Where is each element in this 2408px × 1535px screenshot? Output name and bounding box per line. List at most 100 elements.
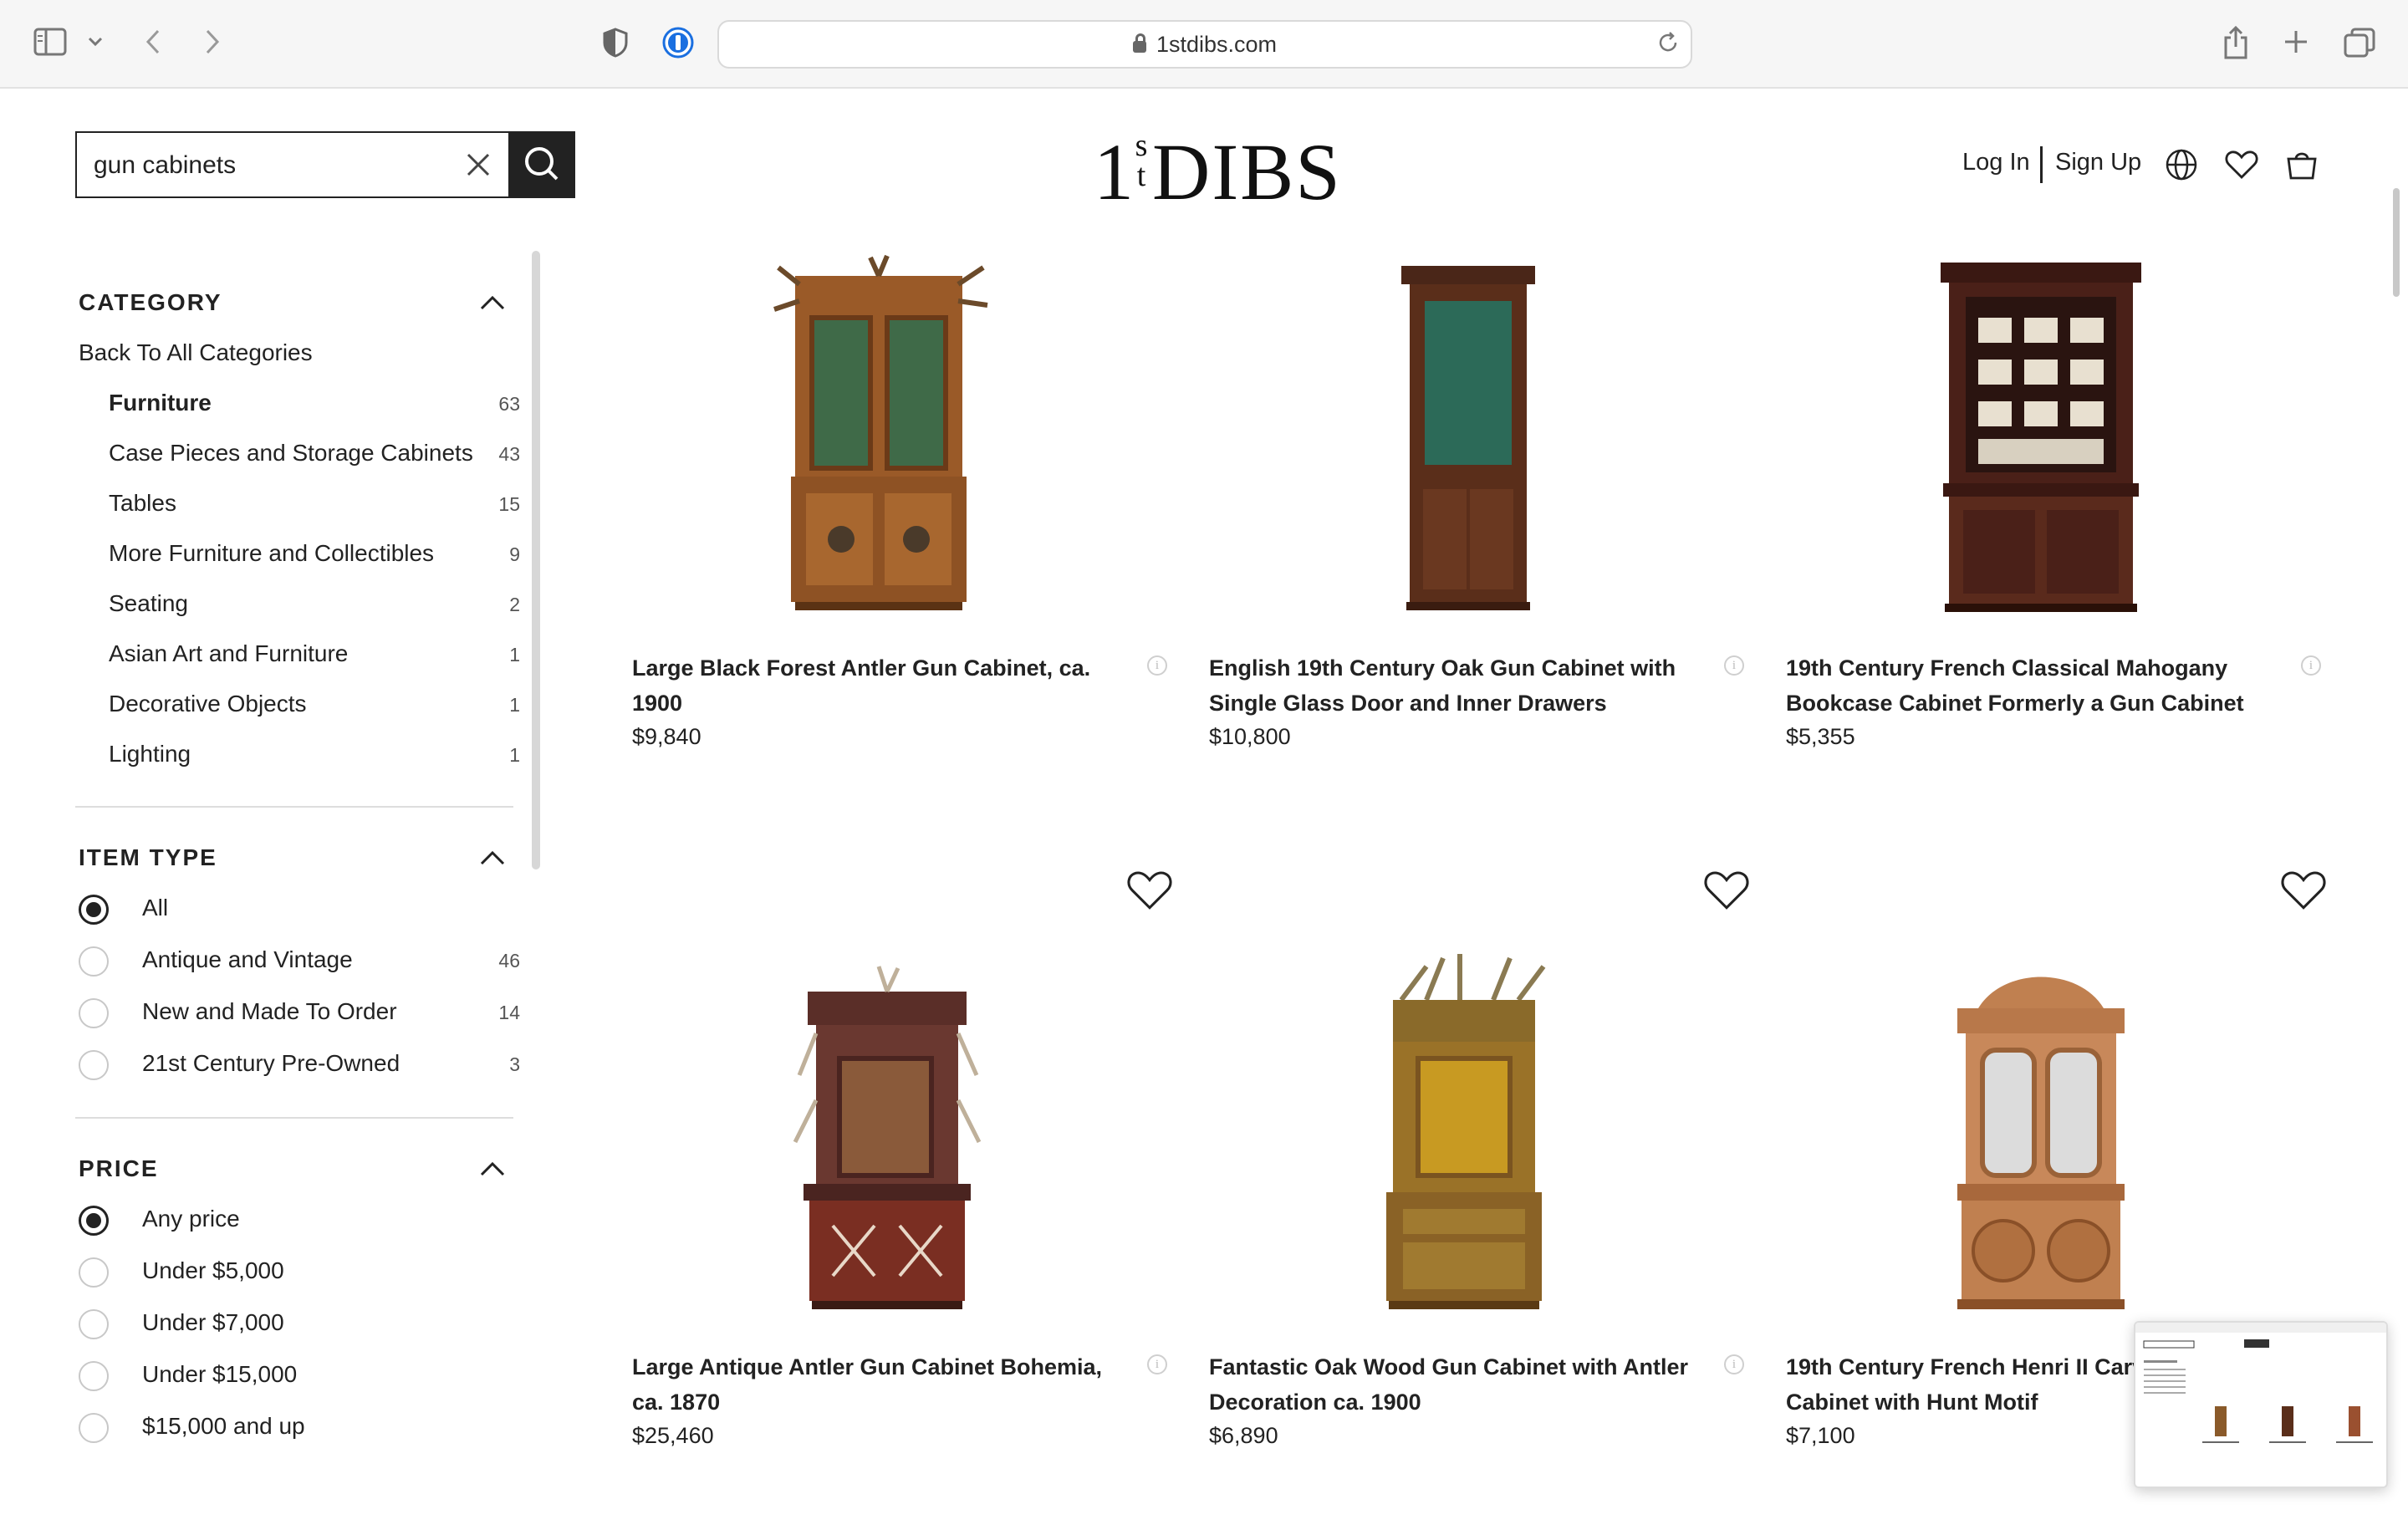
product-price: $7,100 [1786, 1423, 1855, 1448]
product-price: $6,890 [1209, 1423, 1278, 1448]
info-icon[interactable]: i [1147, 1354, 1167, 1374]
radio-button[interactable] [79, 1257, 109, 1288]
close-icon[interactable] [462, 148, 495, 181]
browser-toolbar: 1stdibs.com [0, 0, 2408, 89]
heart-icon[interactable] [1125, 866, 1174, 915]
product-image[interactable] [1786, 950, 2321, 1318]
logo-one: 1 [1094, 127, 1134, 217]
option-label: $15,000 and up [142, 1413, 305, 1439]
product-title[interactable]: Large Black Forest Antler Gun Cabinet, c… [632, 650, 1125, 721]
back-icon[interactable] [138, 25, 168, 59]
product-card[interactable]: English 19th Century Oak Gun Cabinet wit… [1209, 251, 1744, 836]
radio-button[interactable] [79, 1309, 109, 1339]
chevron-up-icon[interactable] [480, 294, 505, 311]
radio-button[interactable] [79, 946, 109, 977]
product-image[interactable] [1786, 251, 2321, 619]
logo-dibs: DIBS [1152, 127, 1342, 217]
radio-button[interactable] [79, 895, 109, 925]
option-label: Any price [142, 1206, 240, 1232]
category-count: 15 [498, 493, 520, 515]
option-count: 14 [498, 1002, 520, 1023]
new-tab-icon[interactable] [2279, 25, 2313, 59]
heart-icon[interactable] [2279, 866, 2328, 915]
back-to-all-categories-link[interactable]: Back To All Categories [79, 339, 313, 366]
shopping-bag-icon[interactable] [2284, 147, 2319, 182]
share-icon[interactable] [2219, 23, 2252, 62]
heart-icon[interactable] [1702, 866, 1751, 915]
option-count: 46 [498, 950, 520, 971]
product-price: $9,840 [632, 724, 701, 749]
radio-button[interactable] [79, 1413, 109, 1443]
option-label: 21st Century Pre-Owned [142, 1050, 400, 1076]
divider [75, 1117, 513, 1119]
sidebar-scrollbar[interactable] [532, 251, 540, 869]
category-label: Case Pieces and Storage Cabinets [109, 440, 473, 466]
search-icon [525, 147, 559, 181]
product-card[interactable]: Large Black Forest Antler Gun Cabinet, c… [632, 251, 1167, 836]
option-label: All [142, 895, 169, 920]
product-title[interactable]: English 19th Century Oak Gun Cabinet wit… [1209, 650, 1702, 721]
chevron-up-icon[interactable] [480, 849, 505, 866]
option-label: Under $15,000 [142, 1361, 298, 1387]
password-manager-icon[interactable] [661, 25, 696, 60]
product-card[interactable]: Large Antique Antler Gun Cabinet Bohemia… [632, 871, 1172, 1535]
reload-icon[interactable] [1657, 32, 1679, 59]
login-link[interactable]: Log In [1962, 149, 2030, 176]
category-label: Decorative Objects [109, 691, 307, 717]
chevron-down-icon[interactable] [84, 32, 107, 52]
product-title[interactable]: Fantastic Oak Wood Gun Cabinet with Antl… [1209, 1349, 1702, 1420]
tabs-overview-icon[interactable] [2341, 25, 2378, 60]
category-label: More Furniture and Collectibles [109, 540, 435, 566]
option-label: Under $5,000 [142, 1257, 284, 1283]
chevron-up-icon[interactable] [480, 1160, 505, 1177]
radio-button[interactable] [79, 998, 109, 1028]
category-count: 63 [498, 393, 520, 415]
search-input[interactable] [92, 133, 497, 198]
site-logo[interactable]: 1 st DIBS [1087, 125, 1340, 217]
price-heading: PRICE [79, 1155, 159, 1181]
product-image[interactable] [632, 251, 1167, 619]
product-title[interactable]: Large Antique Antler Gun Cabinet Bohemia… [632, 1349, 1125, 1420]
product-card[interactable]: Fantastic Oak Wood Gun Cabinet with Antl… [1209, 871, 1749, 1535]
product-image[interactable] [632, 950, 1167, 1318]
product-image[interactable] [1209, 251, 1744, 619]
option-label: Antique and Vintage [142, 946, 353, 972]
radio-button[interactable] [79, 1050, 109, 1080]
info-icon[interactable]: i [1724, 655, 1744, 676]
sidebar-toggle-icon[interactable] [32, 25, 69, 59]
category-label: Tables [109, 490, 176, 516]
heart-icon[interactable] [2224, 147, 2259, 182]
radio-button[interactable] [79, 1361, 109, 1391]
divider [75, 806, 513, 808]
category-label: Lighting [109, 741, 191, 767]
category-label: Furniture [109, 390, 212, 416]
radio-button[interactable] [79, 1206, 109, 1236]
item-type-heading: ITEM TYPE [79, 844, 217, 870]
category-count: 1 [509, 744, 520, 766]
option-label: Under $7,000 [142, 1309, 284, 1335]
globe-icon[interactable] [2164, 147, 2199, 182]
screenshot-thumbnail[interactable] [2134, 1321, 2388, 1488]
page-scrollbar[interactable] [2393, 188, 2400, 297]
info-icon[interactable]: i [1147, 655, 1167, 676]
product-title[interactable]: 19th Century French Classical Mahogany B… [1786, 650, 2279, 721]
url-text: 1stdibs.com [1156, 31, 1278, 57]
privacy-shield-icon[interactable] [599, 25, 632, 60]
signup-link[interactable]: Sign Up [2055, 149, 2141, 176]
search-button[interactable] [508, 131, 575, 198]
option-count: 3 [509, 1053, 520, 1075]
product-card[interactable]: 19th Century French Classical Mahogany B… [1786, 251, 2321, 836]
product-price: $10,800 [1209, 724, 1291, 749]
product-price: $5,355 [1786, 724, 1855, 749]
logo-st: st [1135, 128, 1148, 193]
category-count: 9 [509, 543, 520, 565]
auth-divider [2040, 146, 2043, 183]
info-icon[interactable]: i [1724, 1354, 1744, 1374]
category-label: Asian Art and Furniture [109, 640, 349, 666]
address-bar[interactable]: 1stdibs.com [717, 20, 1692, 69]
forward-icon[interactable] [197, 25, 227, 59]
product-price: $25,460 [632, 1423, 714, 1448]
product-image[interactable] [1209, 950, 1744, 1318]
category-count: 43 [498, 443, 520, 465]
info-icon[interactable]: i [2301, 655, 2321, 676]
